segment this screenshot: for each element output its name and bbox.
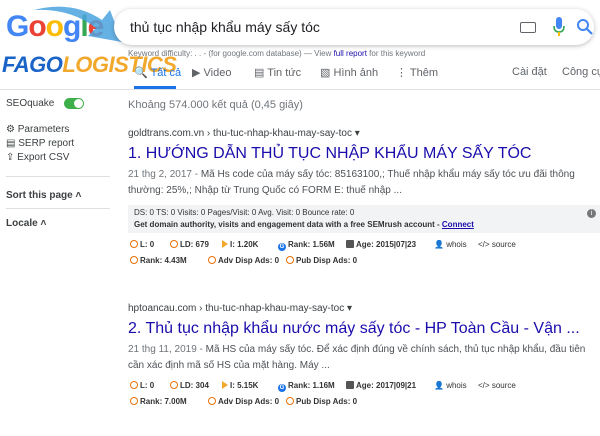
metric-adv-disp-ads[interactable]: Adv Disp Ads: 0	[208, 256, 279, 265]
result-snippet: 21 thg 11, 2019 - Mã HS của máy sấy tóc.…	[128, 344, 586, 371]
person-icon: 👤	[434, 240, 444, 249]
metric-l[interactable]: L: 0	[130, 381, 154, 390]
search-icon[interactable]	[576, 18, 594, 36]
metric-index[interactable]: I: 5.15K	[222, 381, 258, 390]
search-result: hptoancau.com › thu-tuc-nhap-khau-may-sa…	[128, 303, 598, 410]
metric-index[interactable]: I: 1.20K	[222, 240, 258, 249]
microphone-icon[interactable]	[552, 16, 566, 38]
circle-icon	[170, 381, 178, 389]
circle-icon	[208, 256, 216, 264]
tab-tools[interactable]: Công cụ	[562, 66, 600, 78]
search-box[interactable]: thủ tục nhập khẩu máy sấy tóc	[114, 9, 594, 45]
metric-ld[interactable]: LD: 304	[170, 381, 209, 390]
tab-images[interactable]: ▧ Hình ảnh	[320, 66, 378, 79]
calendar-icon	[346, 381, 354, 389]
circle-icon	[286, 256, 294, 264]
code-icon: </>	[478, 381, 490, 390]
result-stats: Khoảng 574.000 kết quả (0,45 giây)	[128, 99, 303, 111]
sort-this-page[interactable]: Sort this page ˄	[6, 190, 81, 201]
metric-alexa-rank[interactable]: Rank: 7.00M	[130, 397, 187, 406]
circle-icon	[130, 397, 138, 405]
whois-link[interactable]: 👤 whois	[434, 381, 467, 390]
seoquake-metrics-row-2: Rank: 4.43M Adv Disp Ads: 0 Pub Disp Ads…	[128, 253, 598, 269]
metric-pub-disp-ads[interactable]: Pub Disp Ads: 0	[286, 256, 357, 265]
sidebar-item-serp-report[interactable]: ▤ SERP report	[6, 138, 74, 149]
metric-age[interactable]: Age: 2015|07|23	[346, 240, 416, 249]
circle-icon	[130, 240, 138, 248]
person-icon: 👤	[434, 381, 444, 390]
circle-icon	[208, 397, 216, 405]
tab-video[interactable]: ▶ Video	[192, 66, 231, 79]
info-icon[interactable]: i	[587, 209, 596, 218]
search-result: goldtrans.com.vn › thu-tuc-nhap-khau-may…	[128, 128, 600, 269]
code-icon: </>	[478, 240, 490, 249]
result-title[interactable]: 2. Thủ tục nhập khẩu nước máy sấy tóc - …	[128, 320, 598, 338]
result-url[interactable]: goldtrans.com.vn › thu-tuc-nhap-khau-may…	[128, 128, 598, 139]
tab-all[interactable]: 🔍 Tất cả	[134, 66, 181, 79]
source-link[interactable]: </> source	[478, 381, 516, 390]
play-icon	[222, 381, 228, 389]
whois-link[interactable]: 👤 whois	[434, 240, 467, 249]
metric-age[interactable]: Age: 2017|09|21	[346, 381, 416, 390]
seoquake-label: SEOquake	[6, 98, 55, 109]
seoquake-toggle[interactable]	[64, 98, 84, 109]
sidebar-item-parameters[interactable]: ⚙ Parameters	[6, 124, 69, 135]
seoquake-metrics-row-2: Rank: 7.00M Adv Disp Ads: 0 Pub Disp Ads…	[128, 394, 598, 410]
tab-news[interactable]: ▤ Tin tức	[254, 66, 301, 79]
circle-icon	[170, 240, 178, 248]
seoquake-semrush-bar: DS: 0 TS: 0 Visits: 0 Pages/Visit: 0 Avg…	[128, 205, 600, 233]
metric-alexa-rank[interactable]: Rank: 4.43M	[130, 256, 187, 265]
metric-pub-disp-ads[interactable]: Pub Disp Ads: 0	[286, 397, 357, 406]
circle-icon	[130, 381, 138, 389]
result-url[interactable]: hptoancau.com › thu-tuc-nhap-khau-may-sa…	[128, 303, 598, 314]
source-link[interactable]: </> source	[478, 240, 516, 249]
globe-icon: G	[278, 384, 286, 392]
sidebar-divider	[6, 176, 110, 177]
calendar-icon	[346, 240, 354, 248]
gear-icon: ⚙	[6, 124, 15, 135]
export-icon: ⇪	[6, 152, 15, 163]
metric-ld[interactable]: LD: 679	[170, 240, 209, 249]
metric-l[interactable]: L: 0	[130, 240, 154, 249]
tab-settings[interactable]: Cài đặt	[512, 66, 547, 78]
full-report-link[interactable]: full report	[334, 49, 367, 58]
sidebar-divider	[6, 208, 110, 209]
metric-rank[interactable]: G Rank: 1.16M	[278, 381, 335, 392]
locale-toggle[interactable]: Locale ˄	[6, 218, 46, 229]
tab-more[interactable]: ⋮ Thêm	[396, 66, 438, 79]
metric-adv-disp-ads[interactable]: Adv Disp Ads: 0	[208, 397, 279, 406]
keyword-difficulty-bar: Keyword difficulty: . . - (for google.co…	[128, 49, 426, 58]
sidebar-item-export-csv[interactable]: ⇪ Export CSV	[6, 152, 69, 163]
header-divider	[0, 89, 600, 90]
seoquake-metrics-row: L: 0 LD: 304 I: 5.15K G Rank: 1.16M Age: …	[128, 378, 598, 394]
document-icon: ▤	[6, 138, 16, 149]
circle-icon	[286, 397, 294, 405]
globe-icon: G	[278, 243, 286, 251]
connect-link[interactable]: Connect	[442, 220, 474, 229]
metric-rank[interactable]: G Rank: 1.56M	[278, 240, 335, 251]
circle-icon	[130, 256, 138, 264]
search-query[interactable]: thủ tục nhập khẩu máy sấy tóc	[130, 19, 320, 35]
keyboard-icon[interactable]	[520, 22, 536, 33]
result-title[interactable]: 1. HƯỚNG DẪN THỦ TỤC NHẬP KHẨU MÁY SẤY T…	[128, 145, 598, 163]
search-tabs: 🔍 Tất cả ▶ Video ▤ Tin tức ▧ Hình ảnh ⋮ …	[134, 64, 600, 84]
result-snippet: 21 thg 2, 2017 - Mã Hs code của máy sấy …	[128, 169, 575, 196]
seoquake-metrics-row: L: 0 LD: 679 I: 1.20K G Rank: 1.56M Age: …	[128, 237, 598, 253]
play-icon	[222, 240, 228, 248]
